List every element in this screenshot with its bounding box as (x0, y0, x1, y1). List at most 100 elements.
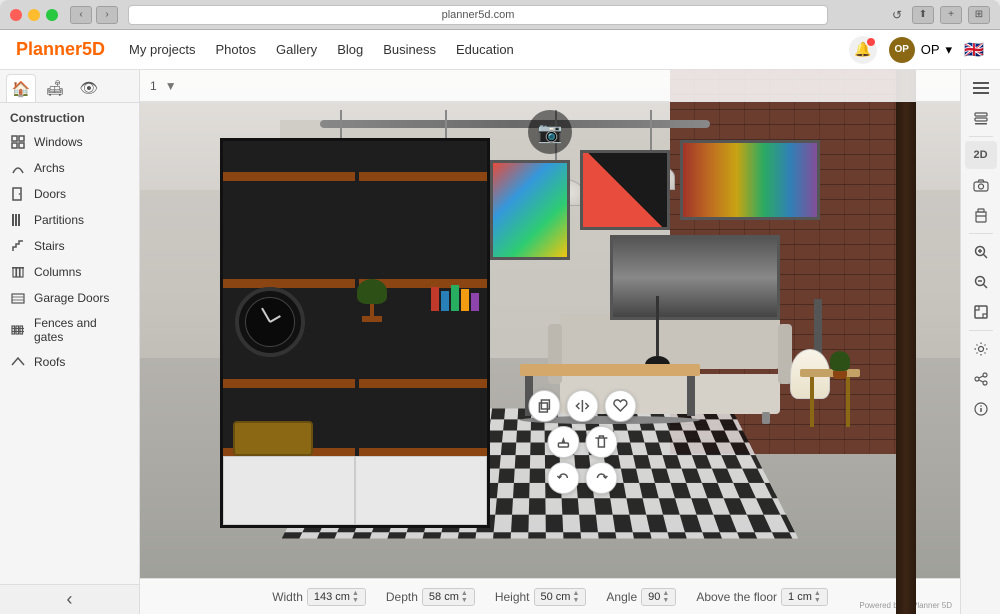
back-button[interactable]: ‹ (70, 6, 92, 24)
rt-camera-button[interactable] (965, 171, 997, 199)
sidebar-item-windows[interactable]: Windows (0, 129, 139, 155)
forward-button[interactable]: › (96, 6, 118, 24)
dim-depth: Depth 58 cm ▲▼ (386, 588, 475, 606)
object-toolbar-row2 (547, 426, 617, 458)
stairs-icon (10, 238, 26, 254)
rt-separator-1 (969, 136, 993, 137)
rt-2d-button[interactable]: 2D (965, 141, 997, 169)
rt-separator-2 (969, 233, 993, 234)
dim-height: Height 50 cm ▲▼ (495, 588, 587, 606)
doors-icon (10, 186, 26, 202)
dim-floor-value[interactable]: 1 cm ▲▼ (781, 588, 828, 606)
dim-floor-label: Above the floor (696, 590, 777, 604)
rotate-right-button[interactable] (585, 462, 617, 494)
nav-links: My projects Photos Gallery Blog Business… (129, 42, 849, 57)
camera-button[interactable]: 📷 (528, 110, 572, 154)
paint-button[interactable] (547, 426, 579, 458)
language-flag[interactable]: 🇬🇧 (964, 40, 984, 60)
window-chrome: ‹ › planner5d.com ↺ ⬆ + ⊞ (0, 0, 1000, 30)
nav-education[interactable]: Education (456, 42, 514, 57)
rt-separator-3 (969, 330, 993, 331)
dim-angle-label: Angle (606, 590, 637, 604)
dim-height-label: Height (495, 590, 530, 604)
app-container: Planner5D My projects Photos Gallery Blo… (0, 30, 1000, 614)
sidebar: 🏠 🛋 👁 Construction Windows Archs (0, 70, 140, 614)
width-arrows: ▲▼ (352, 590, 359, 604)
plant (830, 351, 850, 379)
notification-dot (867, 38, 875, 46)
fences-icon (10, 322, 26, 338)
nav-gallery[interactable]: Gallery (276, 42, 317, 57)
user-avatar: OP (889, 37, 915, 63)
sidebar-section-title: Construction (0, 103, 139, 129)
rt-info-button[interactable] (965, 395, 997, 423)
canvas-label: 1 (150, 79, 157, 93)
rotate-left-button[interactable] (547, 462, 579, 494)
bookshelf-unit (220, 138, 490, 528)
maximize-button[interactable] (46, 9, 58, 21)
dim-depth-label: Depth (386, 590, 418, 604)
reload-icon[interactable]: ↺ (888, 6, 906, 24)
favorite-button[interactable] (604, 390, 636, 422)
dim-angle-value[interactable]: 90 ▲▼ (641, 588, 676, 606)
rt-zoom-in-button[interactable] (965, 238, 997, 266)
nav-photos[interactable]: Photos (216, 42, 256, 57)
copy-button[interactable] (528, 390, 560, 422)
clock-decoration (235, 287, 305, 357)
rt-share-button[interactable] (965, 365, 997, 393)
sidebar-tab-furniture[interactable]: 🛋 (40, 74, 70, 102)
sidebar-item-doors[interactable]: Doors (0, 181, 139, 207)
sidebar-item-stairs[interactable]: Stairs (0, 233, 139, 259)
object-toolbar (528, 390, 636, 494)
rt-settings-button[interactable] (965, 335, 997, 363)
depth-arrows: ▲▼ (461, 590, 468, 604)
window-share-icon[interactable]: ⬆ (912, 6, 934, 24)
logo-text: Planner (16, 39, 82, 59)
dim-height-value[interactable]: 50 cm ▲▼ (534, 588, 587, 606)
sidebar-tab-view[interactable]: 👁 (74, 74, 104, 102)
sidebar-item-columns[interactable]: Columns (0, 259, 139, 285)
top-nav: Planner5D My projects Photos Gallery Blo… (0, 30, 1000, 70)
address-bar[interactable]: planner5d.com (128, 5, 828, 25)
canvas-area[interactable]: 1 ▼ 📷 (140, 70, 960, 614)
painting-1 (490, 160, 570, 260)
angle-arrows: ▲▼ (662, 590, 669, 604)
dim-floor: Above the floor 1 cm ▲▼ (696, 588, 828, 606)
windows-icon (10, 134, 26, 150)
dim-depth-value[interactable]: 58 cm ▲▼ (422, 588, 475, 606)
dim-angle: Angle 90 ▲▼ (606, 588, 676, 606)
close-button[interactable] (10, 9, 22, 21)
wall-lamp (656, 296, 670, 374)
window-add-icon[interactable]: + (940, 6, 962, 24)
sidebar-nav-bottom[interactable]: ‹ (0, 584, 139, 614)
nav-blog[interactable]: Blog (337, 42, 363, 57)
garage-doors-icon (10, 290, 26, 306)
window-menu-icon[interactable]: ⊞ (968, 6, 990, 24)
logo[interactable]: Planner5D (16, 39, 105, 60)
archs-icon (10, 160, 26, 176)
nav-right: 🔔 OP OP ▾ 🇬🇧 (849, 36, 984, 64)
canvas-filter-icon[interactable]: ▼ (165, 79, 177, 93)
nav-my-projects[interactable]: My projects (129, 42, 195, 57)
sidebar-item-roofs[interactable]: Roofs (0, 349, 139, 375)
sidebar-item-fences[interactable]: Fences and gates (0, 311, 139, 349)
fences-label: Fences and gates (34, 316, 129, 344)
rt-print-button[interactable] (965, 201, 997, 229)
rt-expand-button[interactable] (965, 298, 997, 326)
nav-business[interactable]: Business (383, 42, 436, 57)
sidebar-item-partitions[interactable]: Partitions (0, 207, 139, 233)
roofs-label: Roofs (34, 355, 65, 369)
rt-layers-button[interactable] (965, 104, 997, 132)
notification-bell[interactable]: 🔔 (849, 36, 877, 64)
delete-button[interactable] (585, 426, 617, 458)
main-layout: 🏠 🛋 👁 Construction Windows Archs (0, 70, 1000, 614)
sidebar-item-archs[interactable]: Archs (0, 155, 139, 181)
rt-zoom-out-button[interactable] (965, 268, 997, 296)
user-badge[interactable]: OP OP ▾ (889, 37, 952, 63)
minimize-button[interactable] (28, 9, 40, 21)
dim-width-value[interactable]: 143 cm ▲▼ (307, 588, 366, 606)
sidebar-item-garage-doors[interactable]: Garage Doors (0, 285, 139, 311)
sidebar-tab-home[interactable]: 🏠 (6, 74, 36, 102)
rt-menu-button[interactable] (965, 74, 997, 102)
mirror-button[interactable] (566, 390, 598, 422)
